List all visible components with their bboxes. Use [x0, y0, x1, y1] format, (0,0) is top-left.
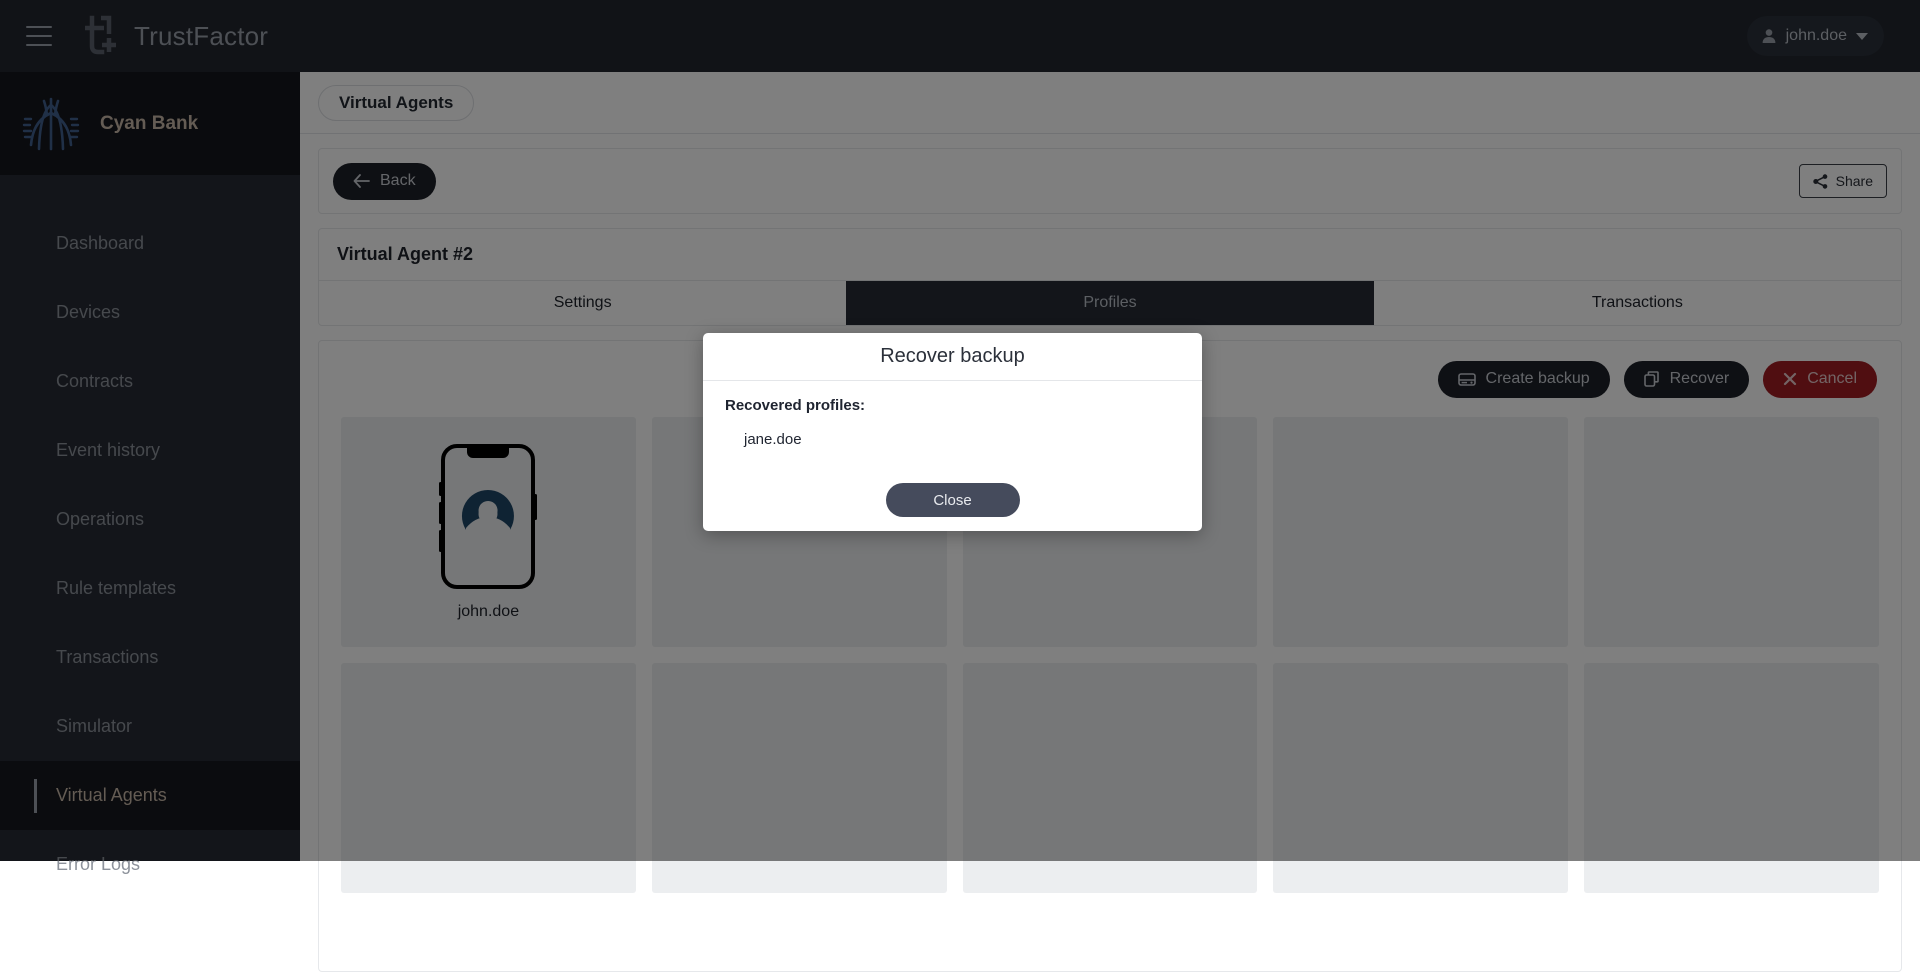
modal-body: Recovered profiles: jane.doe — [703, 381, 1202, 469]
modal-title: Recover backup — [703, 333, 1202, 381]
recovered-profile-item: jane.doe — [744, 431, 802, 448]
recover-backup-dialog: Recover backup Recovered profiles: jane.… — [703, 333, 1202, 531]
close-button[interactable]: Close — [885, 483, 1020, 517]
modal-footer: Close — [703, 469, 1202, 531]
recovered-profiles-label: Recovered profiles: — [725, 397, 866, 414]
